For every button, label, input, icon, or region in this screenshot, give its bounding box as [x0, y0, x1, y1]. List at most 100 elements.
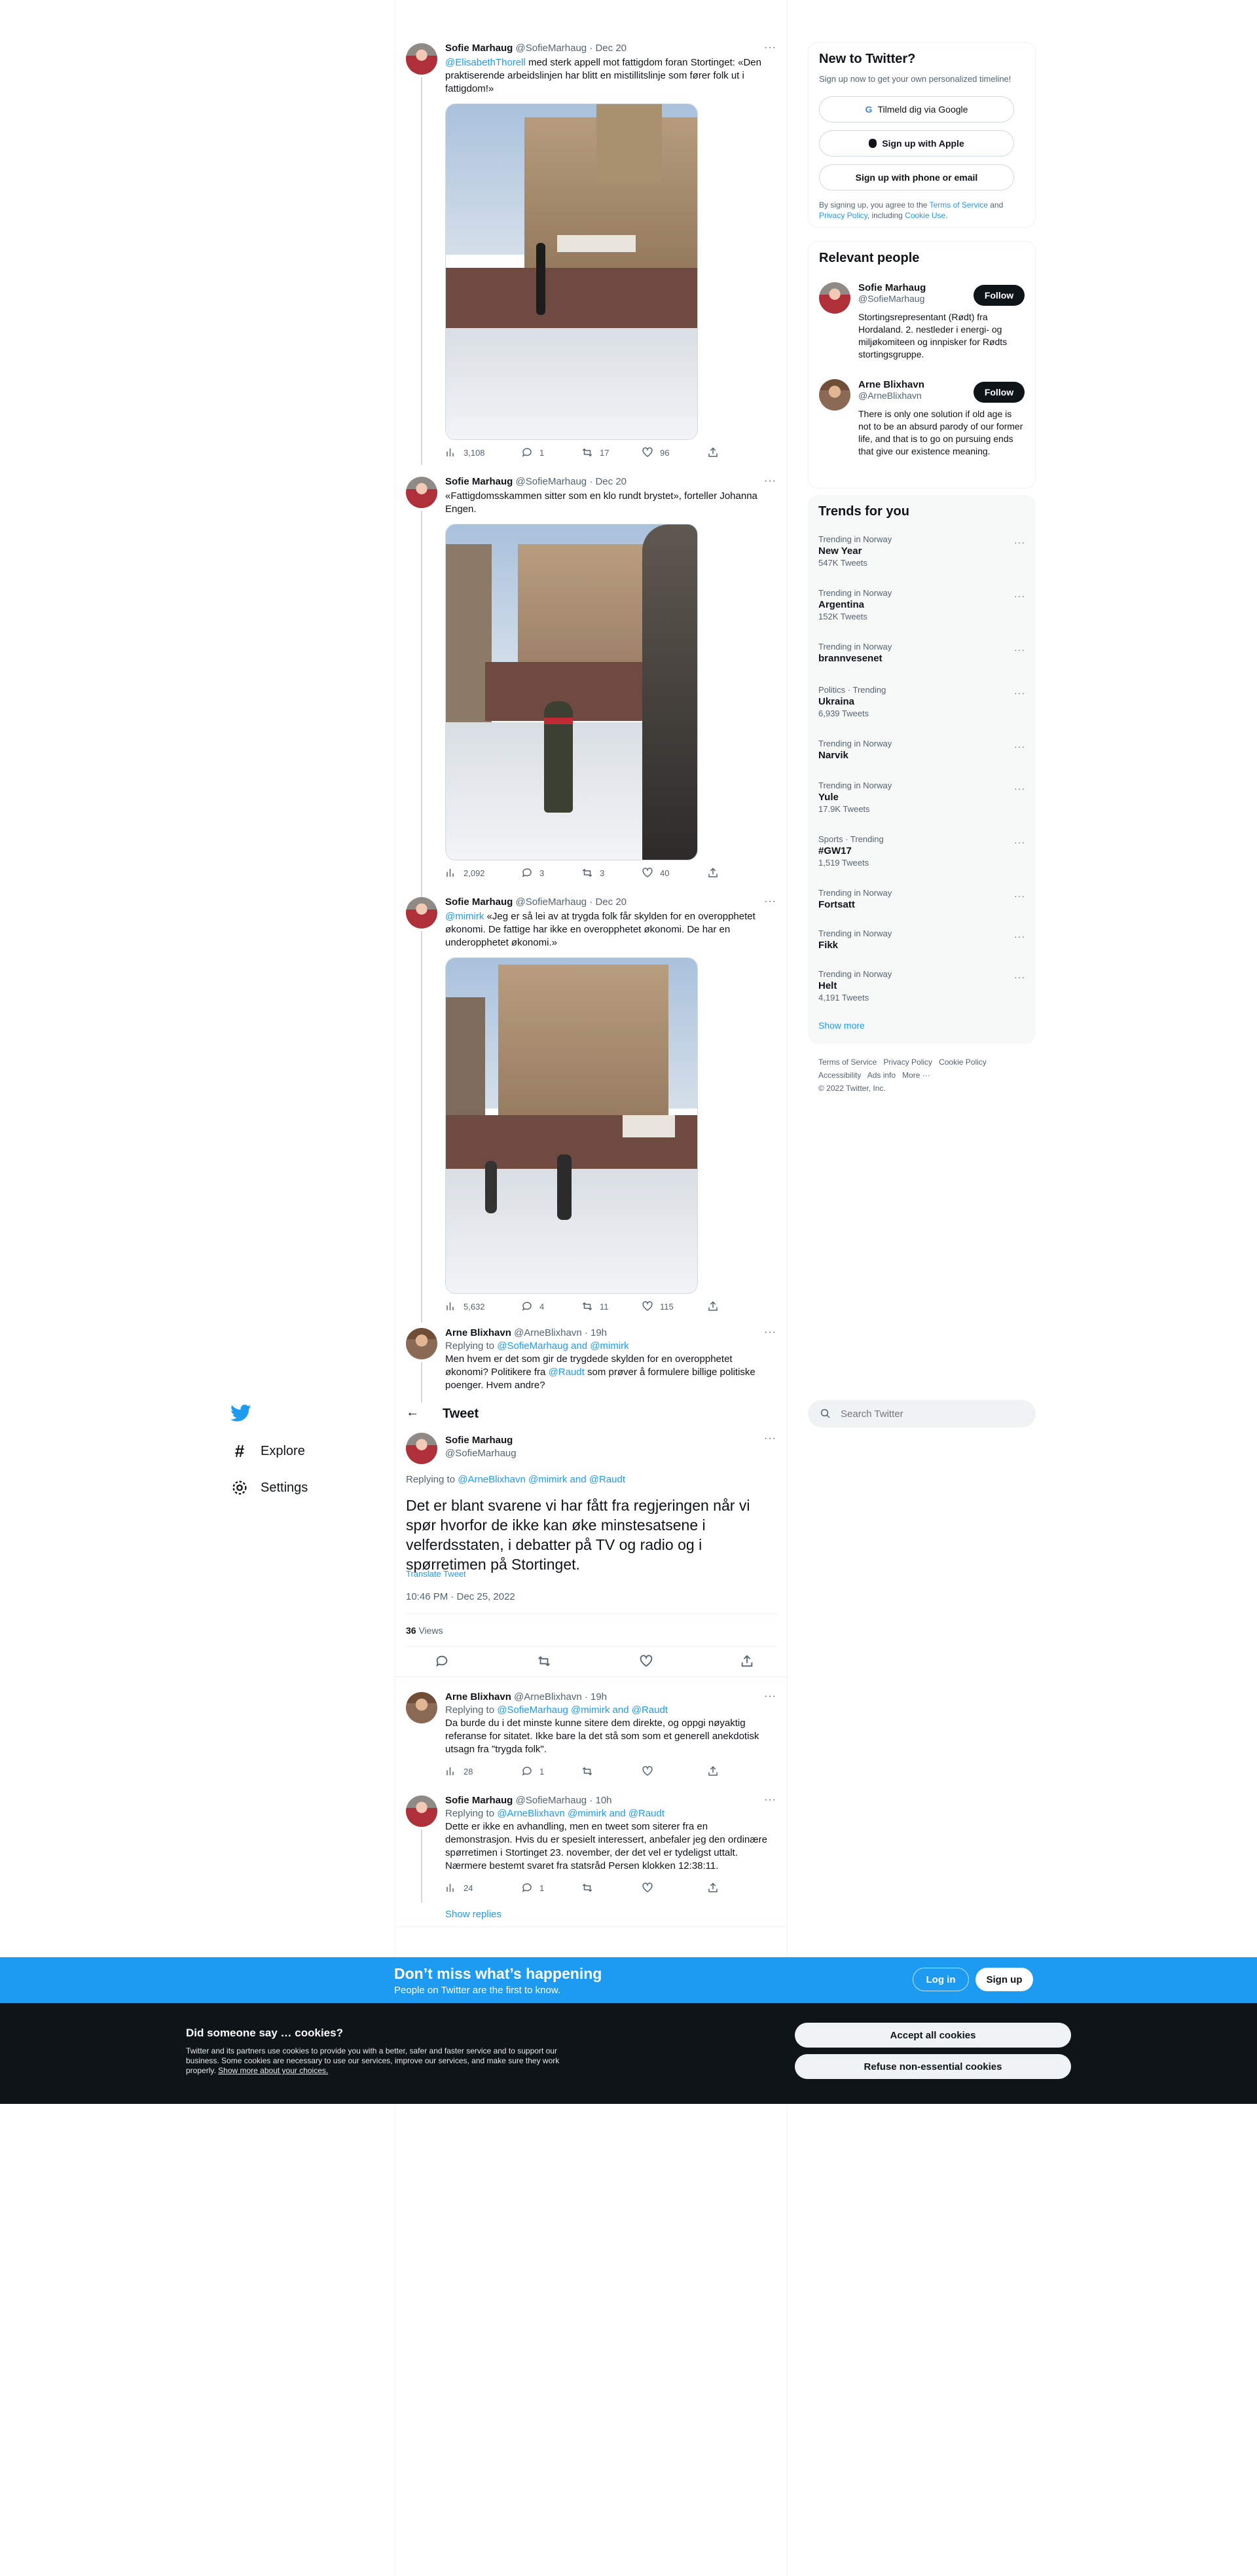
- footer-ads-link[interactable]: Ads info: [867, 1071, 896, 1080]
- show-replies-link[interactable]: Show replies: [445, 1909, 501, 1920]
- author-name[interactable]: Sofie Marhaug: [445, 43, 513, 54]
- footer-more-link[interactable]: More ···: [902, 1071, 930, 1080]
- person-name[interactable]: Sofie Marhaug: [858, 282, 970, 293]
- share-button[interactable]: [707, 1765, 719, 1777]
- footer-privacy-link[interactable]: Privacy Policy: [883, 1058, 932, 1067]
- login-button[interactable]: Log in: [913, 1968, 969, 1991]
- author-handle[interactable]: @SofieMarhaug · Dec 20: [516, 476, 627, 487]
- trend-item[interactable]: Trending in Norway Helt 4,191 Tweets ···: [818, 969, 1025, 1003]
- retweet-button[interactable]: [581, 1882, 593, 1894]
- tweet-3[interactable]: ··· Sofie Marhaug @SofieMarhaug · Dec 20…: [395, 893, 787, 1323]
- refuse-cookies-button[interactable]: Refuse non-essential cookies: [795, 2054, 1071, 2079]
- more-icon[interactable]: ···: [1014, 837, 1025, 847]
- avatar[interactable]: [819, 379, 850, 411]
- retweet-button[interactable]: 11: [581, 1300, 609, 1312]
- like-button[interactable]: 40: [642, 867, 669, 879]
- follow-button[interactable]: Follow: [974, 285, 1025, 306]
- footer-terms-link[interactable]: Terms of Service: [818, 1058, 877, 1067]
- trend-item[interactable]: Trending in Norway New Year 547K Tweets ···: [818, 534, 1025, 568]
- avatar[interactable]: [406, 43, 437, 75]
- reply-button[interactable]: 1: [521, 447, 544, 458]
- author-name[interactable]: Arne Blixhavn: [445, 1327, 511, 1338]
- trend-item[interactable]: Sports · Trending #GW17 1,519 Tweets ···: [818, 834, 1025, 868]
- views-button[interactable]: 5,632: [445, 1300, 485, 1312]
- translate-link[interactable]: Translate Tweet: [406, 1569, 466, 1579]
- tweet-2[interactable]: ··· Sofie Marhaug @SofieMarhaug · Dec 20…: [395, 473, 787, 911]
- avatar[interactable]: [819, 282, 850, 314]
- tweet-photo[interactable]: [445, 957, 698, 1294]
- mention-link[interactable]: @mimirk: [445, 911, 484, 922]
- trend-item[interactable]: Trending in Norway Fortsatt ···: [818, 888, 1025, 911]
- reply-1[interactable]: ··· Arne Blixhavn @ArneBlixhavn · 19h Re…: [395, 1691, 787, 1789]
- author-name[interactable]: Sofie Marhaug: [445, 1435, 513, 1446]
- reply-button[interactable]: 1: [521, 1765, 544, 1777]
- twitter-logo-icon[interactable]: [230, 1403, 251, 1424]
- author-handle[interactable]: @SofieMarhaug · Dec 20: [516, 43, 627, 54]
- avatar[interactable]: [406, 477, 437, 508]
- trend-item[interactable]: Politics · Trending Ukraina 6,939 Tweets ··…: [818, 685, 1025, 719]
- author-handle[interactable]: @ArneBlixhavn · 19h: [514, 1691, 607, 1702]
- mention-link[interactable]: @ElisabethThorell: [445, 57, 526, 68]
- share-button[interactable]: [707, 867, 719, 879]
- share-button[interactable]: [740, 1654, 754, 1672]
- author-handle[interactable]: @ArneBlixhavn · 19h: [514, 1327, 607, 1338]
- trend-item[interactable]: Trending in Norway Argentina 152K Tweets ··…: [818, 588, 1025, 622]
- avatar[interactable]: [406, 1692, 437, 1723]
- more-icon[interactable]: ···: [1014, 783, 1025, 794]
- privacy-link[interactable]: Privacy Policy: [819, 211, 867, 220]
- replying-to-link[interactable]: @SofieMarhaug @mimirk and @Raudt: [497, 1704, 668, 1716]
- author-handle[interactable]: @SofieMarhaug · 10h: [516, 1795, 612, 1806]
- like-button[interactable]: [642, 1882, 653, 1894]
- google-signup-button[interactable]: G Tilmeld dig via Google: [819, 96, 1014, 122]
- more-icon[interactable]: ···: [1014, 891, 1025, 901]
- search-bar[interactable]: [808, 1400, 1036, 1427]
- views-button[interactable]: 3,108: [445, 447, 485, 458]
- trend-item[interactable]: Trending in Norway Narvik ···: [818, 739, 1025, 762]
- like-button[interactable]: [639, 1654, 653, 1672]
- trend-item[interactable]: Trending in Norway brannvesenet ···: [818, 642, 1025, 665]
- more-icon[interactable]: ···: [1014, 537, 1025, 547]
- views-button[interactable]: 2,092: [445, 867, 485, 879]
- like-button[interactable]: 96: [642, 447, 669, 458]
- apple-signup-button[interactable]: Sign up with Apple: [819, 130, 1014, 156]
- views-button[interactable]: 24: [445, 1882, 473, 1894]
- tweet-1[interactable]: ··· Sofie Marhaug @SofieMarhaug · Dec 20…: [395, 39, 787, 465]
- retweet-button[interactable]: 17: [581, 447, 609, 458]
- author-handle[interactable]: @SofieMarhaug: [445, 1448, 517, 1459]
- avatar[interactable]: [406, 897, 437, 929]
- footer-cookie-link[interactable]: Cookie Policy: [939, 1058, 987, 1067]
- tweet-photo[interactable]: [445, 103, 698, 440]
- person-handle[interactable]: @ArneBlixhavn: [858, 390, 970, 401]
- more-icon[interactable]: ···: [1014, 591, 1025, 601]
- cookie-use-link[interactable]: Cookie Use: [905, 211, 945, 220]
- avatar[interactable]: [406, 1328, 437, 1359]
- reply-button[interactable]: 1: [521, 1882, 544, 1894]
- views-button[interactable]: 28: [445, 1765, 473, 1777]
- accept-cookies-button[interactable]: Accept all cookies: [795, 2023, 1071, 2048]
- replying-to-link[interactable]: @SofieMarhaug and @mimirk: [497, 1340, 628, 1352]
- timestamp[interactable]: 10:46 PM · Dec 25, 2022: [406, 1591, 515, 1602]
- like-button[interactable]: [642, 1765, 653, 1777]
- more-icon[interactable]: ···: [1014, 688, 1025, 698]
- reply-button[interactable]: 4: [521, 1300, 544, 1312]
- more-icon[interactable]: ···: [764, 1433, 776, 1444]
- share-button[interactable]: [707, 447, 719, 458]
- person-handle[interactable]: @SofieMarhaug: [858, 293, 970, 304]
- nav-explore[interactable]: # Explore: [230, 1441, 305, 1462]
- like-button[interactable]: 115: [642, 1300, 674, 1312]
- follow-button[interactable]: Follow: [974, 382, 1025, 403]
- more-icon[interactable]: ···: [1014, 644, 1025, 655]
- phone-signup-button[interactable]: Sign up with phone or email: [819, 164, 1014, 191]
- retweet-button[interactable]: [537, 1654, 551, 1672]
- reply-button[interactable]: 3: [521, 867, 544, 879]
- more-icon[interactable]: ···: [1014, 741, 1025, 752]
- trend-item[interactable]: Trending in Norway Fikk ···: [818, 929, 1025, 952]
- share-button[interactable]: [707, 1300, 719, 1312]
- author-name[interactable]: Sofie Marhaug: [445, 1795, 513, 1806]
- replying-to-link[interactable]: @ArneBlixhavn @mimirk and @Raudt: [458, 1474, 625, 1485]
- trend-item[interactable]: Trending in Norway Yule 17.9K Tweets ···: [818, 781, 1025, 815]
- more-icon[interactable]: ···: [1014, 972, 1025, 982]
- tweet-photo[interactable]: [445, 524, 698, 860]
- terms-link[interactable]: Terms of Service: [930, 200, 988, 210]
- author-name[interactable]: Sofie Marhaug: [445, 476, 513, 487]
